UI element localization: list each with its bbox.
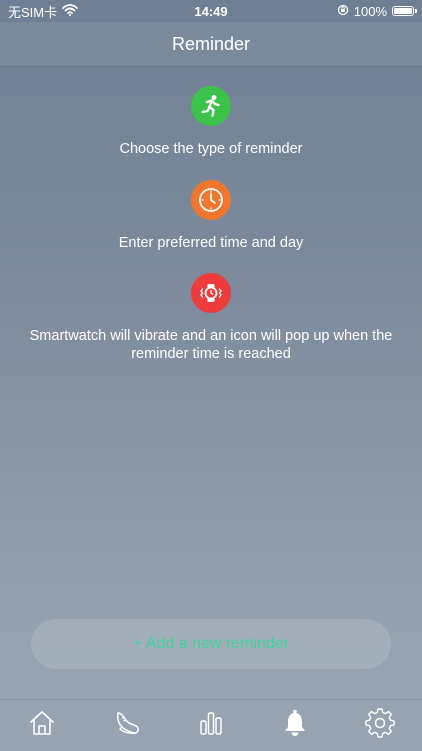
step-text: Choose the type of reminder (119, 141, 303, 157)
tab-settings[interactable] (350, 700, 410, 751)
tab-bar (0, 699, 422, 751)
step-text: Enter preferred time and day (118, 235, 304, 251)
battery-icon (392, 6, 417, 16)
step-enter-time: Enter preferred time and day (0, 180, 422, 252)
home-icon (28, 709, 56, 742)
step-text: Smartwatch will vibrate and an icon will… (29, 328, 393, 362)
tab-stats[interactable] (181, 700, 241, 751)
tab-reminder[interactable] (265, 700, 325, 751)
step-choose-type: Choose the type of reminder (0, 86, 422, 158)
running-person-icon (191, 86, 231, 126)
bar-chart-icon (197, 709, 225, 742)
page-title: Reminder (171, 33, 251, 54)
clock-icon (191, 180, 231, 220)
add-reminder-button[interactable]: + Add a new reminder (31, 619, 391, 669)
vibrating-watch-icon (191, 273, 231, 313)
bell-icon (281, 708, 309, 743)
tab-home[interactable] (12, 700, 72, 751)
gear-icon (365, 708, 395, 743)
tab-activity[interactable] (97, 700, 157, 751)
battery-fill (394, 8, 412, 14)
status-time: 14:49 (194, 4, 228, 19)
shoe-icon (112, 708, 142, 743)
nav-bar: Reminder (0, 22, 422, 67)
step-vibrate-info: Smartwatch will vibrate and an icon will… (0, 273, 422, 363)
status-bar: 无SIM卡 14:49 100% (0, 0, 422, 22)
